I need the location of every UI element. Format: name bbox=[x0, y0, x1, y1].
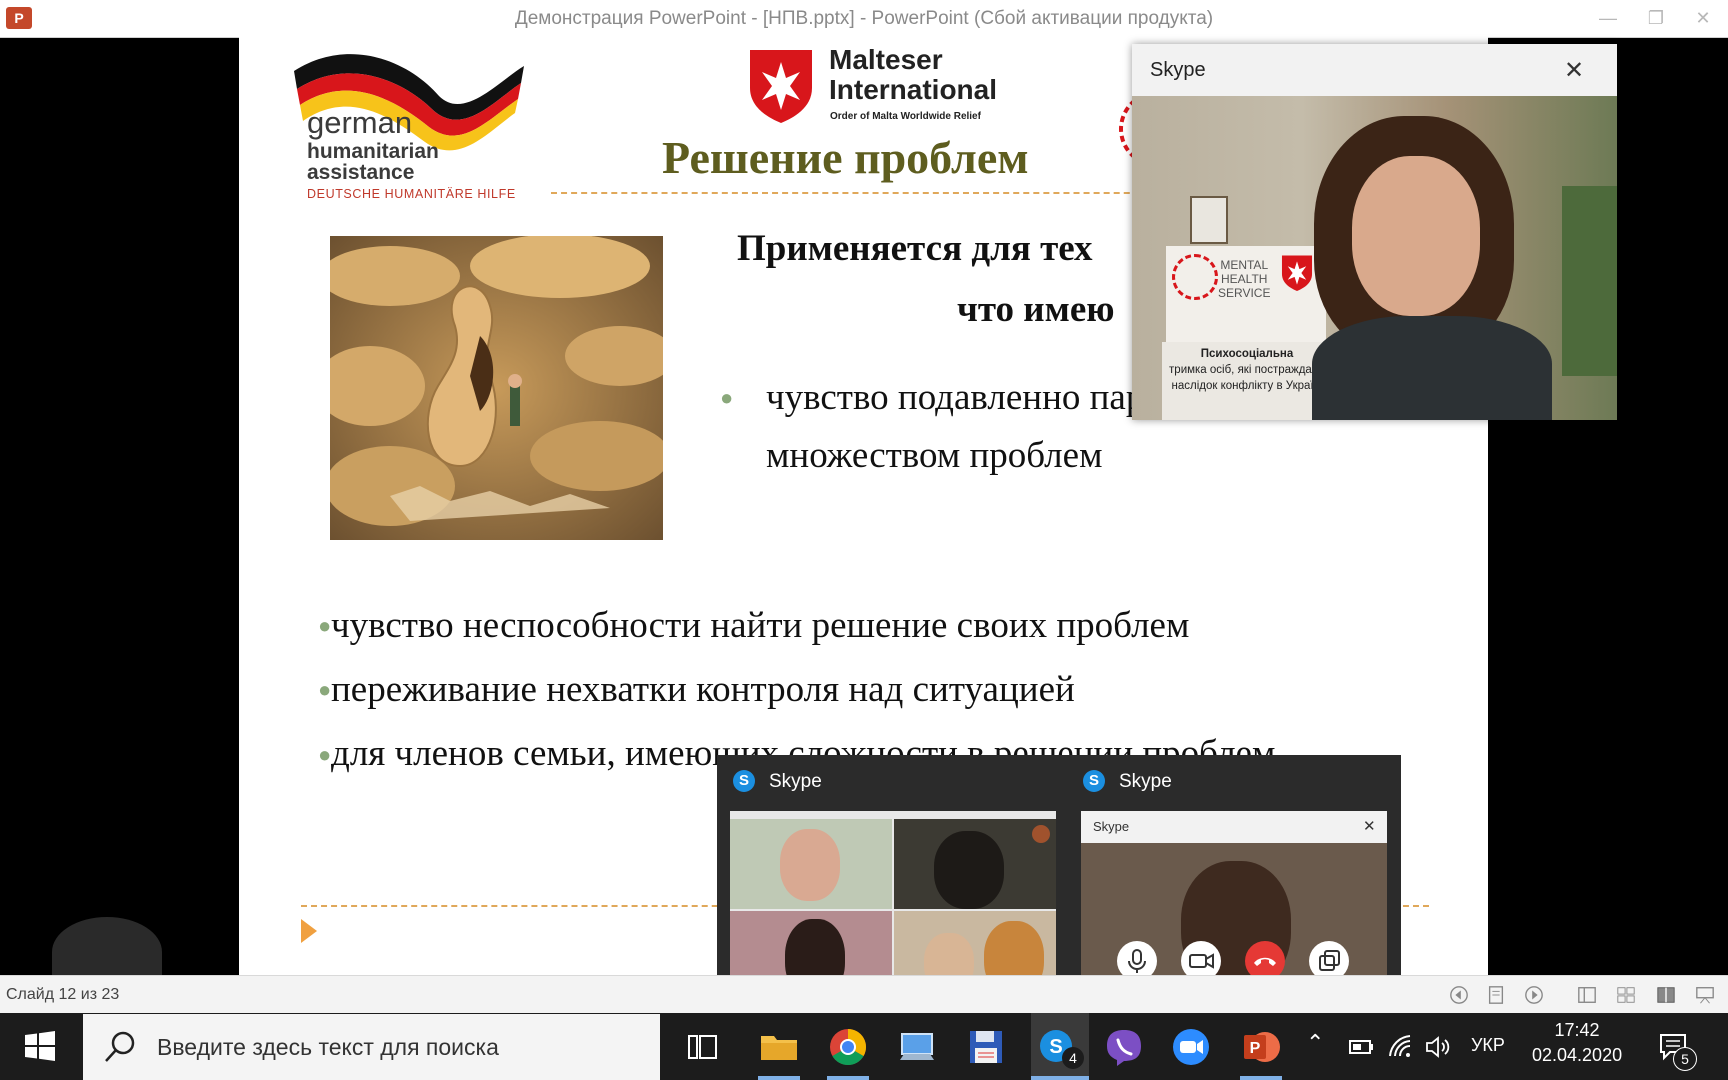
slideshow-view-icon[interactable] bbox=[1694, 985, 1716, 1005]
malteser-logo-tagline: Order of Malta Worldwide Relief bbox=[830, 111, 981, 122]
skype-taskbar-thumbnails[interactable]: S Skype S Skype Skype ✕ bbox=[717, 755, 1401, 1012]
participant-face bbox=[1352, 156, 1480, 316]
wifi-icon[interactable] bbox=[1386, 1032, 1414, 1060]
thumbnail-left-title: Skype bbox=[769, 771, 822, 792]
skype-video-feed: MENTAL HEALTH SERVICE Психосоціальна три… bbox=[1132, 96, 1617, 420]
window-titlebar: P Демонстрация PowerPoint - [НПВ.pptx] -… bbox=[0, 0, 1728, 38]
task-view-icon[interactable] bbox=[682, 1026, 724, 1068]
skype-video-window[interactable]: Skype ✕ MENTAL HEALTH SERVICE Психосоціа… bbox=[1132, 44, 1617, 420]
minimize-button[interactable]: — bbox=[1585, 0, 1631, 37]
taskbar-search-box[interactable]: Введите здесь текст для поиска bbox=[83, 1014, 660, 1080]
sign-poster-text: Психосоціальна тримка осіб, які постражд… bbox=[1162, 342, 1332, 420]
thumbnail-right-title: Skype bbox=[1119, 771, 1172, 792]
sign-shield-icon bbox=[1281, 255, 1313, 291]
notification-count-badge: 5 bbox=[1673, 1047, 1697, 1071]
window-title: Демонстрация PowerPoint - [НПВ.pptx] - P… bbox=[514, 8, 1214, 29]
save-disk-icon[interactable] bbox=[965, 1026, 1007, 1068]
slide-footer-arrow-icon bbox=[301, 919, 317, 943]
participant-avatar bbox=[1032, 825, 1050, 843]
skype-window-count-badge: 4 bbox=[1062, 1047, 1084, 1069]
explorer-active-indicator bbox=[758, 1076, 800, 1080]
skype-window-title: Skype bbox=[1150, 59, 1206, 81]
skype-window-header[interactable]: Skype ✕ bbox=[1132, 44, 1617, 96]
show-hidden-icons-icon[interactable]: ⌃ bbox=[1306, 1030, 1324, 1056]
gha-logo-tagline: DEUTSCHE HUMANITÄRE HILFE bbox=[307, 187, 516, 201]
slide-title: Решение проблем bbox=[662, 132, 1029, 183]
skype-active-indicator bbox=[1031, 1076, 1089, 1080]
search-placeholder: Введите здесь текст для поиска bbox=[157, 1034, 499, 1060]
bullet-item-1: чувство неспособности найти решение свои… bbox=[331, 605, 1190, 646]
skype-logo-icon: S bbox=[733, 770, 755, 792]
language-indicator[interactable]: УКР bbox=[1471, 1035, 1505, 1056]
participant-tile bbox=[894, 819, 1056, 909]
malteser-shield-icon bbox=[750, 50, 812, 123]
participant-tile bbox=[730, 819, 892, 909]
search-icon bbox=[105, 1031, 135, 1062]
powerpoint-active-indicator bbox=[1240, 1076, 1282, 1080]
mental-health-sign: MENTAL HEALTH SERVICE bbox=[1166, 246, 1326, 342]
peanut-photo bbox=[330, 236, 663, 540]
computer-icon[interactable] bbox=[896, 1026, 938, 1068]
slide-subtitle-line1: Применяется для тех bbox=[737, 228, 1093, 269]
malteser-logo-text: Malteser International bbox=[829, 44, 998, 105]
bullet-dot: ● bbox=[318, 742, 332, 767]
powerpoint-taskbar-icon[interactable]: P bbox=[1240, 1026, 1282, 1068]
chrome-active-indicator bbox=[827, 1076, 869, 1080]
slide-counter: Слайд 12 из 23 bbox=[6, 986, 120, 1003]
plant bbox=[1562, 186, 1617, 376]
windows-start-icon[interactable] bbox=[24, 1030, 56, 1062]
bullet-dot: ● bbox=[720, 385, 734, 410]
thumbnail-active-call[interactable]: Skype ✕ bbox=[1081, 811, 1387, 1001]
inner-skype-header: Skype ✕ bbox=[1081, 811, 1387, 843]
chrome-icon[interactable] bbox=[827, 1026, 869, 1068]
slide-subtitle-line2: что имею bbox=[957, 289, 1115, 330]
clock[interactable]: 17:42 02.04.2020 bbox=[1532, 1020, 1622, 1066]
svg-text:S: S bbox=[1049, 1036, 1062, 1058]
zoom-icon[interactable] bbox=[1170, 1026, 1212, 1068]
previous-slide-icon[interactable] bbox=[1448, 985, 1470, 1005]
bullet-item-2: переживание нехватки контроля над ситуац… bbox=[331, 669, 1075, 710]
bullet-dot: ● bbox=[318, 677, 332, 702]
volume-icon[interactable] bbox=[1424, 1034, 1452, 1060]
inner-close-icon: ✕ bbox=[1363, 818, 1376, 835]
skype-close-icon[interactable]: ✕ bbox=[1564, 56, 1584, 85]
viber-icon[interactable] bbox=[1103, 1026, 1145, 1068]
normal-view-icon[interactable] bbox=[1576, 985, 1598, 1005]
skype-logo-icon: S bbox=[1083, 770, 1105, 792]
slide-menu-icon[interactable] bbox=[1485, 985, 1507, 1005]
wall-certificate bbox=[1190, 196, 1228, 244]
gha-logo-german: german bbox=[307, 105, 413, 140]
powerpoint-statusbar: Слайд 12 из 23 bbox=[0, 975, 1728, 1014]
next-slide-icon[interactable] bbox=[1523, 985, 1545, 1005]
sign-emblem-icon bbox=[1172, 254, 1218, 300]
participant-body bbox=[1312, 316, 1552, 420]
svg-text:P: P bbox=[1250, 1040, 1261, 1057]
battery-icon[interactable] bbox=[1348, 1036, 1376, 1058]
restore-button[interactable]: ❐ bbox=[1633, 0, 1679, 37]
bullet-dot: ● bbox=[318, 613, 332, 638]
reading-view-icon[interactable] bbox=[1655, 985, 1677, 1005]
close-window-button[interactable]: ✕ bbox=[1680, 0, 1726, 37]
thumbnail-group-call[interactable] bbox=[730, 811, 1056, 1001]
gha-logo-humanitarian: humanitarian assistance bbox=[307, 140, 439, 184]
file-explorer-icon[interactable] bbox=[758, 1026, 800, 1068]
slide-sorter-icon[interactable] bbox=[1615, 985, 1637, 1005]
